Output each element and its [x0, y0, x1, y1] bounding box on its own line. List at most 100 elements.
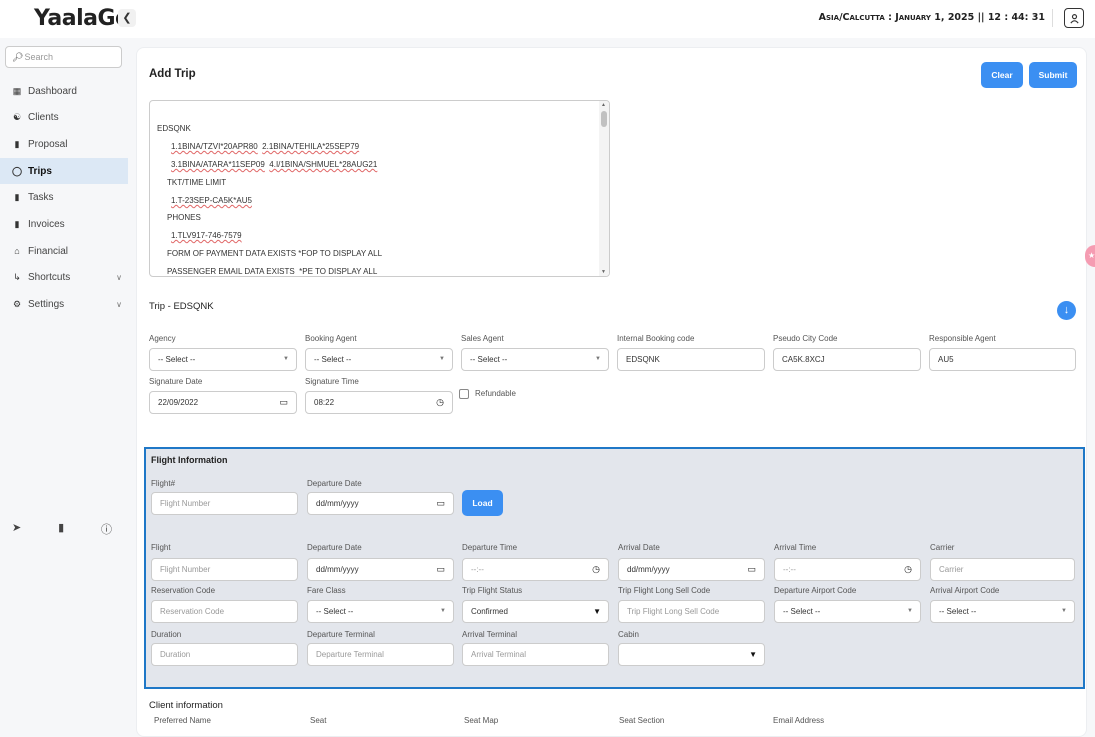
- pnr-textarea[interactable]: EDSQNK 1.1BINA/TZVI*20APR80 2.1BINA/TEHI…: [149, 100, 610, 277]
- arrival-date-label: Arrival Date: [618, 543, 660, 552]
- share-icon: ↳: [13, 271, 21, 282]
- calendar-icon[interactable]: ▭: [436, 559, 445, 580]
- responsible-agent-input[interactable]: AU5: [929, 348, 1076, 371]
- cabin-label: Cabin: [618, 630, 639, 639]
- refundable-checkbox[interactable]: [459, 389, 469, 399]
- page-title: Add Trip: [149, 68, 196, 80]
- arrow-down-icon: ↓: [1063, 304, 1070, 316]
- pnr-scrollbar[interactable]: ▲ ▼: [599, 101, 609, 276]
- calendar-icon[interactable]: ▭: [747, 559, 756, 580]
- sidebar-item-settings[interactable]: ⚙ Settings ∨: [0, 291, 128, 317]
- app-logo: YaalaGo: [34, 6, 130, 31]
- fare-class-label: Fare Class: [307, 586, 346, 595]
- signature-date-label: Signature Date: [149, 377, 203, 386]
- departure-date-input[interactable]: dd/mm/yyyy ▭: [307, 558, 454, 581]
- departure-time-input[interactable]: --:-- ◷: [462, 558, 609, 581]
- chevron-down-icon: ▼: [440, 608, 446, 614]
- duration-label: Duration: [151, 630, 182, 639]
- user-menu-button[interactable]: [1064, 8, 1084, 28]
- signature-date-input[interactable]: 22/09/2022 ▭: [149, 391, 297, 414]
- fare-class-select[interactable]: -- Select -- ▼: [307, 600, 454, 623]
- sidebar-item-shortcuts[interactable]: ↳ Shortcuts ∨: [0, 264, 128, 290]
- pnr-ticket-limit: 1.T-23SEP-CA5K*AU5: [171, 196, 252, 205]
- signature-time-input[interactable]: 08:22 ◷: [305, 391, 453, 414]
- departure-terminal-input[interactable]: Departure Terminal: [307, 643, 454, 666]
- sidebar-item-label: Dashboard: [28, 85, 77, 97]
- sidebar-item-dashboard[interactable]: ▦ Dashboard: [0, 78, 128, 104]
- calendar-icon[interactable]: ▭: [279, 392, 288, 413]
- long-sell-code-input[interactable]: Trip Flight Long Sell Code: [618, 600, 765, 623]
- clear-button[interactable]: Clear: [981, 62, 1023, 88]
- pcc-input[interactable]: CA5K.8XCJ: [773, 348, 921, 371]
- clock-icon[interactable]: ◷: [592, 559, 600, 580]
- arrival-time-input[interactable]: --:-- ◷: [774, 558, 921, 581]
- agency-value: -- Select --: [158, 355, 196, 364]
- cabin-select[interactable]: ▼: [618, 643, 765, 666]
- arrival-airport-value: -- Select --: [939, 607, 977, 616]
- search-date-placeholder: dd/mm/yyyy: [316, 499, 359, 508]
- load-button[interactable]: Load: [462, 490, 503, 516]
- clock-icon[interactable]: ◷: [904, 559, 912, 580]
- duration-input[interactable]: Duration: [151, 643, 298, 666]
- sidebar-item-financial[interactable]: ⌂ Financial: [0, 238, 128, 264]
- column-header: Preferred Name: [154, 716, 211, 725]
- reservation-code-label: Reservation Code: [151, 586, 216, 595]
- signature-date-value: 22/09/2022: [158, 398, 199, 407]
- reservation-code-input[interactable]: Reservation Code: [151, 600, 298, 623]
- sidebar-item-invoices[interactable]: ▮ Invoices: [0, 211, 128, 237]
- chevron-down-icon: ▼: [283, 356, 289, 362]
- bank-icon: ⌂: [14, 246, 20, 256]
- chevron-down-icon: ▼: [1061, 608, 1067, 614]
- download-button[interactable]: ↓: [1057, 301, 1076, 320]
- signature-time-label: Signature Time: [305, 377, 359, 386]
- sidebar-item-trips[interactable]: ◯ Trips: [0, 158, 128, 184]
- pnr-passenger: 2.1BINA/TEHILA*25SEP79: [262, 142, 360, 151]
- arrival-date-input[interactable]: dd/mm/yyyy ▭: [618, 558, 765, 581]
- calendar-icon[interactable]: ▭: [436, 493, 445, 514]
- trip-heading: Trip - EDSQNK: [149, 301, 214, 312]
- submit-button[interactable]: Submit: [1029, 62, 1077, 88]
- departure-terminal-label: Departure Terminal: [307, 630, 375, 639]
- arrival-date-placeholder: dd/mm/yyyy: [627, 565, 670, 574]
- sales-agent-label: Sales Agent: [461, 334, 504, 343]
- sidebar-item-clients[interactable]: ☯ Clients: [0, 104, 128, 130]
- carrier-label: Carrier: [930, 543, 955, 552]
- clock-icon[interactable]: ◷: [436, 392, 444, 413]
- arrival-terminal-input[interactable]: Arrival Terminal: [462, 643, 609, 666]
- help-icon[interactable]: ⓘ: [101, 521, 112, 537]
- scroll-down-icon[interactable]: ▼: [601, 269, 606, 275]
- sidebar-item-tasks[interactable]: ▮ Tasks: [0, 184, 128, 210]
- sales-agent-select[interactable]: -- Select -- ▼: [461, 348, 609, 371]
- booking-agent-select[interactable]: -- Select -- ▼: [305, 348, 453, 371]
- search-date-input[interactable]: dd/mm/yyyy ▭: [307, 492, 454, 515]
- booking-agent-label: Booking Agent: [305, 334, 357, 343]
- agency-select[interactable]: -- Select -- ▼: [149, 348, 297, 371]
- chevron-down-icon: ∨: [116, 299, 122, 309]
- departure-airport-select[interactable]: -- Select -- ▼: [774, 600, 921, 623]
- flight-status-select[interactable]: Confirmed ▼: [462, 600, 609, 623]
- rocket-icon[interactable]: ➤: [12, 521, 21, 537]
- pnr-line: TKT/TIME LIMIT: [167, 178, 227, 187]
- flight-input[interactable]: Flight Number: [151, 558, 298, 581]
- search-flight-input[interactable]: Flight Number: [151, 492, 298, 515]
- top-bar: YaalaGo ❮ Asia/Calcutta : January 1, 202…: [0, 0, 1095, 38]
- collapse-sidebar-button[interactable]: ❮: [118, 9, 136, 27]
- invoice-icon: ▮: [14, 218, 20, 229]
- scroll-up-icon[interactable]: ▲: [601, 102, 606, 108]
- internal-code-label: Internal Booking code: [617, 334, 695, 343]
- chevron-down-icon: ∨: [116, 272, 122, 282]
- scrollbar-thumb[interactable]: [601, 111, 607, 127]
- long-sell-code-label: Trip Flight Long Sell Code: [618, 586, 711, 595]
- search-input[interactable]: 🔎︎Search: [5, 46, 122, 68]
- arrival-airport-select[interactable]: -- Select -- ▼: [930, 600, 1075, 623]
- file-icon[interactable]: ▮: [58, 521, 64, 537]
- search-date-label: Departure Date: [307, 479, 362, 488]
- search-flight-label: Flight#: [151, 479, 176, 488]
- globe-icon: ☯: [12, 111, 22, 122]
- flight-status-value: Confirmed: [471, 607, 508, 616]
- chevron-down-icon: ▼: [593, 607, 601, 616]
- internal-code-input[interactable]: EDSQNK: [617, 348, 765, 371]
- sidebar-item-proposal[interactable]: ▮ Proposal: [0, 131, 128, 157]
- column-header: Seat Map: [464, 716, 499, 725]
- carrier-input[interactable]: Carrier: [930, 558, 1075, 581]
